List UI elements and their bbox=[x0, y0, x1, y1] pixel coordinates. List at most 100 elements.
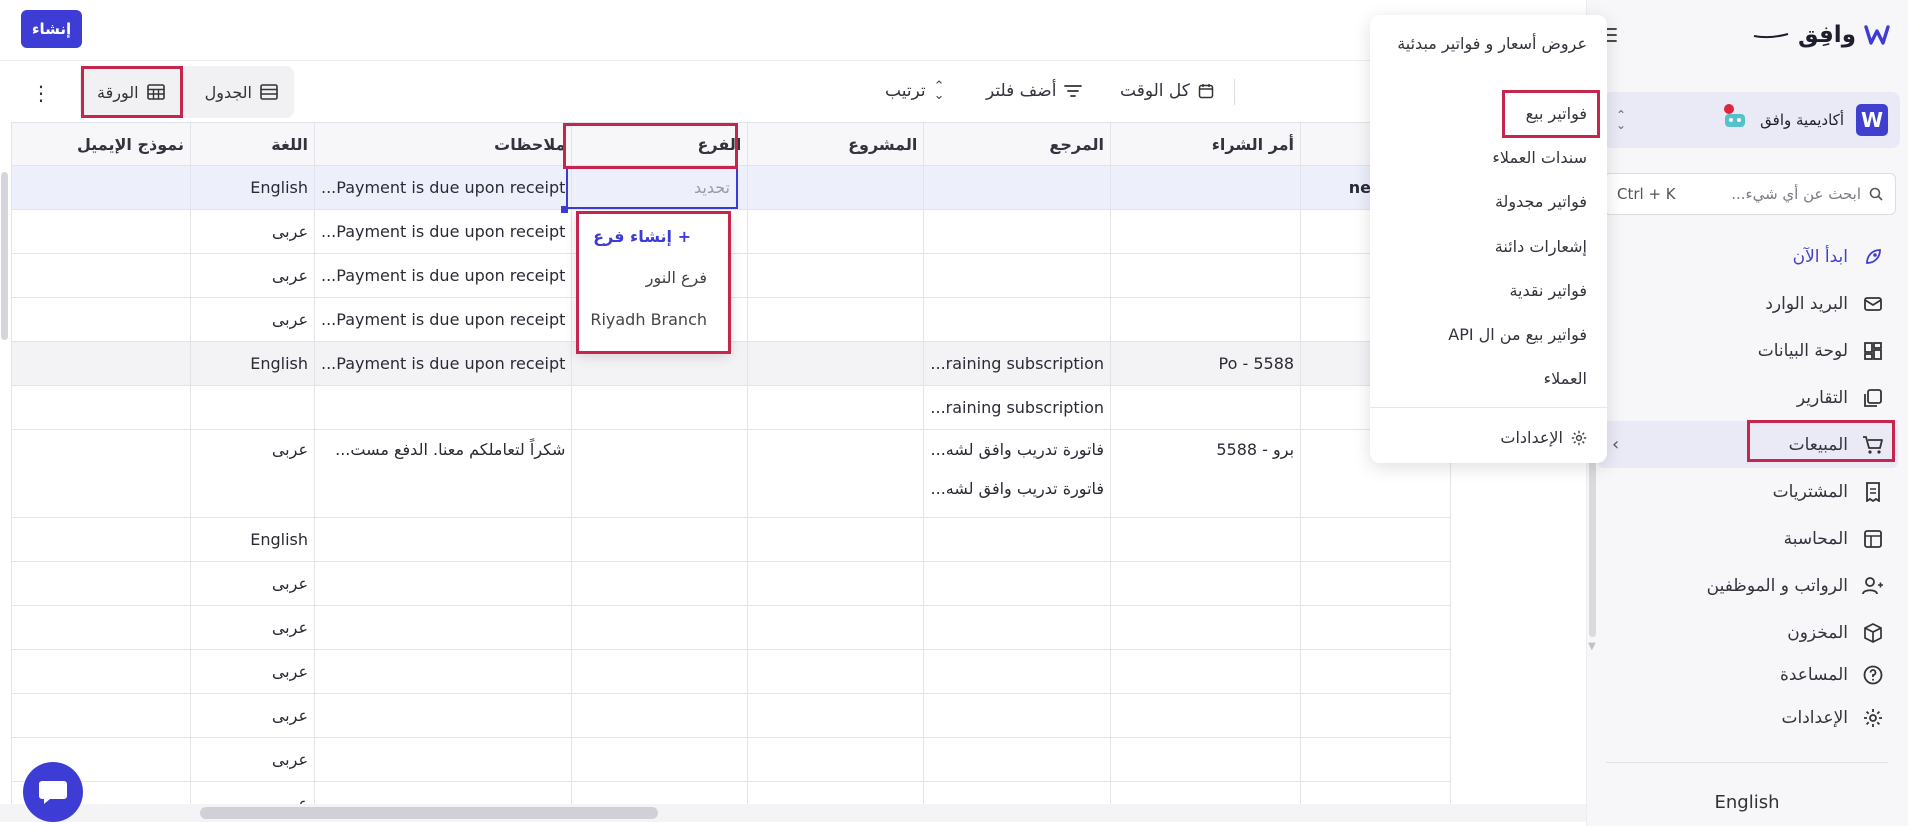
table-cell[interactable] bbox=[747, 341, 925, 386]
add-filter-button[interactable]: أضف فلتر bbox=[986, 78, 1083, 104]
table-cell[interactable]: Po - 5588 bbox=[1110, 341, 1302, 386]
table-cell[interactable] bbox=[923, 209, 1112, 254]
table-cell[interactable] bbox=[11, 605, 191, 650]
table-cell[interactable] bbox=[923, 649, 1112, 694]
app-logo[interactable]: وافِق bbox=[1752, 22, 1890, 48]
sidebar-item-get-started[interactable]: ابدأ الآن bbox=[1598, 233, 1898, 280]
workspace-switcher[interactable]: W أكاديمية وافق ⌃ ⌄ bbox=[1604, 92, 1900, 148]
sidebar-item-help[interactable]: المساعدة bbox=[1598, 656, 1898, 694]
table-cell[interactable] bbox=[747, 561, 925, 606]
submenu-item-api-invoices[interactable]: فواتير بيع من ال API bbox=[1448, 323, 1587, 347]
table-cell[interactable] bbox=[11, 649, 191, 694]
table-cell[interactable] bbox=[571, 429, 749, 518]
table-cell[interactable] bbox=[1110, 693, 1302, 738]
horizontal-scrollbar[interactable] bbox=[200, 807, 658, 819]
table-cell[interactable] bbox=[313, 517, 573, 562]
table-cell[interactable] bbox=[1110, 517, 1302, 562]
submenu-item-credit-notes[interactable]: إشعارات دائنة bbox=[1495, 235, 1587, 259]
sidebar-item-dashboard[interactable]: لوحة البيانات bbox=[1598, 327, 1898, 374]
table-cell[interactable] bbox=[571, 517, 749, 562]
table-cell[interactable] bbox=[1110, 561, 1302, 606]
table-cell[interactable]: عربى bbox=[190, 209, 315, 254]
sidebar-item-reports[interactable]: التقارير bbox=[1598, 374, 1898, 421]
table-cell[interactable]: Payment is due upon receipt... bbox=[313, 297, 573, 342]
table-cell[interactable] bbox=[313, 561, 573, 606]
table-cell[interactable] bbox=[747, 385, 925, 430]
table-cell[interactable]: عربى bbox=[190, 297, 315, 342]
create-button[interactable]: إنشاء bbox=[21, 10, 82, 48]
table-cell[interactable] bbox=[1300, 605, 1452, 650]
branch-option[interactable]: فرع النور bbox=[646, 268, 707, 287]
table-cell[interactable] bbox=[11, 693, 191, 738]
table-cell[interactable] bbox=[747, 781, 925, 806]
table-cell[interactable] bbox=[313, 781, 573, 806]
table-cell[interactable] bbox=[313, 385, 573, 430]
table-cell[interactable]: عربى bbox=[190, 605, 315, 650]
table-cell[interactable] bbox=[1110, 737, 1302, 782]
table-cell[interactable] bbox=[1300, 649, 1452, 694]
table-cell[interactable] bbox=[313, 649, 573, 694]
left-scrollbar[interactable] bbox=[1, 172, 8, 340]
bot-icon[interactable] bbox=[1720, 104, 1748, 132]
table-cell[interactable] bbox=[1110, 605, 1302, 650]
table-cell[interactable]: raining subscription... bbox=[923, 385, 1112, 430]
submenu-item-cash-invoices[interactable]: فواتير نقدية bbox=[1509, 279, 1587, 303]
table-cell[interactable] bbox=[1110, 649, 1302, 694]
table-cell[interactable]: English bbox=[190, 517, 315, 562]
table-cell[interactable] bbox=[747, 517, 925, 562]
table-cell[interactable] bbox=[747, 297, 925, 342]
column-header-branch[interactable]: الفرع bbox=[571, 122, 749, 166]
table-cell[interactable] bbox=[1300, 737, 1452, 782]
table-cell[interactable] bbox=[571, 561, 749, 606]
table-cell[interactable] bbox=[923, 693, 1112, 738]
table-cell[interactable] bbox=[571, 781, 749, 806]
submenu-item-quotes[interactable]: عروض أسعار و فواتير مبدئية bbox=[1387, 32, 1587, 56]
search-input[interactable]: ابحث عن أي شيء... Ctrl + K bbox=[1604, 173, 1896, 215]
table-cell[interactable] bbox=[923, 737, 1112, 782]
table-cell[interactable] bbox=[313, 693, 573, 738]
table-cell[interactable]: شكراً لتعاملكم معنا. الدفع مست... bbox=[313, 429, 573, 518]
table-cell[interactable]: عربى bbox=[190, 429, 315, 518]
table-cell[interactable]: عربى bbox=[190, 693, 315, 738]
table-cell[interactable] bbox=[1300, 517, 1452, 562]
more-options-icon[interactable]: ⋮ bbox=[30, 80, 52, 106]
table-cell[interactable] bbox=[747, 253, 925, 298]
sidebar-item-inbox[interactable]: البريد الوارد bbox=[1598, 280, 1898, 327]
table-cell[interactable] bbox=[1110, 297, 1302, 342]
table-cell[interactable]: عربى bbox=[190, 737, 315, 782]
table-cell[interactable]: Payment is due upon receipt... bbox=[313, 209, 573, 254]
table-cell[interactable] bbox=[1300, 561, 1452, 606]
table-cell[interactable]: عربى bbox=[190, 561, 315, 606]
table-cell[interactable] bbox=[923, 297, 1112, 342]
table-cell[interactable] bbox=[747, 737, 925, 782]
sidebar-item-settings[interactable]: الإعدادات bbox=[1598, 694, 1898, 741]
sidebar-item-payroll[interactable]: الرواتب و الموظفين bbox=[1598, 562, 1898, 609]
table-cell[interactable] bbox=[11, 341, 191, 386]
table-cell[interactable] bbox=[1300, 693, 1452, 738]
table-cell[interactable] bbox=[11, 297, 191, 342]
table-cell[interactable] bbox=[11, 517, 191, 562]
table-cell[interactable] bbox=[571, 385, 749, 430]
selected-branch-cell[interactable]: تحديد bbox=[566, 167, 738, 209]
table-cell[interactable] bbox=[747, 649, 925, 694]
view-table-button[interactable]: الجدول bbox=[205, 66, 278, 118]
sidebar-item-accounting[interactable]: المحاسبة bbox=[1598, 515, 1898, 562]
table-cell[interactable]: Payment is due upon receipt... bbox=[313, 341, 573, 386]
table-cell[interactable] bbox=[11, 385, 191, 430]
submenu-item-customers[interactable]: العملاء bbox=[1544, 367, 1587, 391]
submenu-item-customer-receipts[interactable]: سندات العملاء bbox=[1492, 146, 1587, 170]
table-cell[interactable]: برو - 5588 bbox=[1110, 429, 1302, 518]
table-cell[interactable]: عربى bbox=[190, 649, 315, 694]
table-cell[interactable]: Payment is due upon receipt... bbox=[313, 165, 573, 210]
table-cell[interactable] bbox=[313, 605, 573, 650]
column-header[interactable]: ملاحظات bbox=[313, 122, 573, 166]
table-cell[interactable] bbox=[923, 165, 1112, 210]
table-cell[interactable] bbox=[571, 693, 749, 738]
table-cell[interactable]: عربى bbox=[190, 253, 315, 298]
chat-button[interactable] bbox=[23, 762, 83, 822]
column-header[interactable]: اللغة bbox=[190, 122, 315, 166]
table-cell[interactable] bbox=[1110, 253, 1302, 298]
create-branch-option[interactable]: + إنشاء فرع bbox=[593, 227, 691, 246]
sort-button[interactable]: ⌃ ⌄ ترتيب bbox=[885, 78, 945, 104]
table-cell[interactable] bbox=[923, 253, 1112, 298]
